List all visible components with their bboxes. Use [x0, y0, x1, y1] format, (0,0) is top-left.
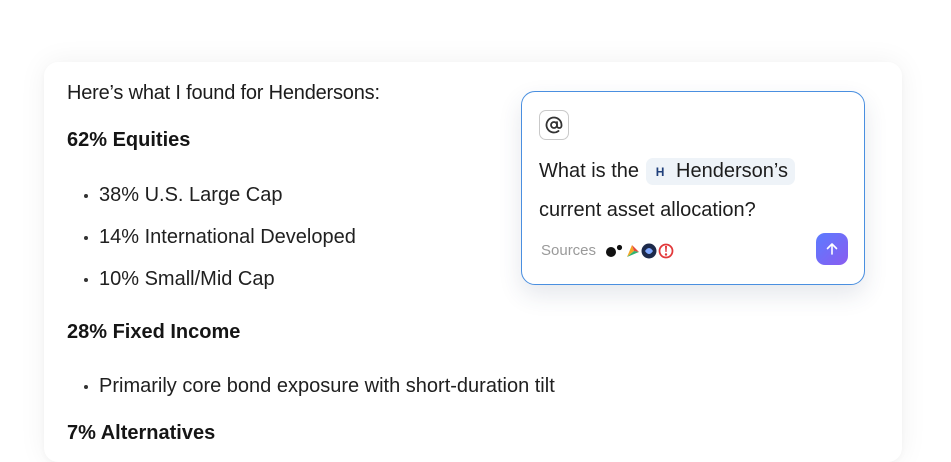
list-item: 38% U.S. Large Cap — [84, 184, 282, 207]
list-item: Primarily core bond exposure with short-… — [84, 375, 555, 398]
list-item-text: 10% Small/Mid Cap — [99, 268, 275, 290]
sources-label: Sources — [541, 242, 597, 259]
list-item-text: 38% U.S. Large Cap — [99, 184, 283, 206]
dot-logo-icon — [606, 244, 623, 257]
entity-chip-label: Henderson’s — [676, 160, 788, 182]
colorful-logo-icon — [627, 244, 640, 257]
section-title-equities: 62% Equities — [67, 129, 191, 151]
question-text-line1[interactable]: What is the H Henderson’s — [539, 158, 795, 185]
list-item: 10% Small/Mid Cap — [84, 268, 275, 291]
list-item: 14% International Developed — [84, 226, 356, 249]
bullet-dot — [84, 384, 88, 389]
bullet-dot — [84, 277, 88, 282]
arrow-up-icon — [826, 243, 838, 255]
sources-row[interactable]: Sources — [541, 242, 674, 259]
entity-chip[interactable]: H Henderson’s — [646, 158, 795, 185]
list-item-text: Primarily core bond exposure with short-… — [99, 375, 555, 397]
response-intro: Here’s what I found for Hendersons: — [67, 82, 380, 104]
bullet-dot — [84, 235, 88, 240]
section-title-alternatives: 7% Alternatives — [67, 422, 216, 444]
question-text-line2[interactable]: current asset allocation? — [539, 199, 756, 222]
at-icon[interactable] — [539, 110, 569, 140]
dark-circle-logo-icon — [641, 243, 657, 258]
question-prefix: What is the — [539, 160, 640, 182]
red-target-logo-icon — [658, 243, 674, 258]
section-title-fixed-income: 28% Fixed Income — [67, 321, 241, 343]
prompt-popover[interactable]: What is the H Henderson’s current asset … — [521, 91, 865, 285]
send-button[interactable] — [816, 233, 848, 265]
list-item-text: 14% International Developed — [99, 226, 356, 248]
henderson-logo-icon: H — [655, 164, 665, 179]
source-icons[interactable] — [605, 243, 674, 259]
bullet-dot — [84, 193, 88, 198]
